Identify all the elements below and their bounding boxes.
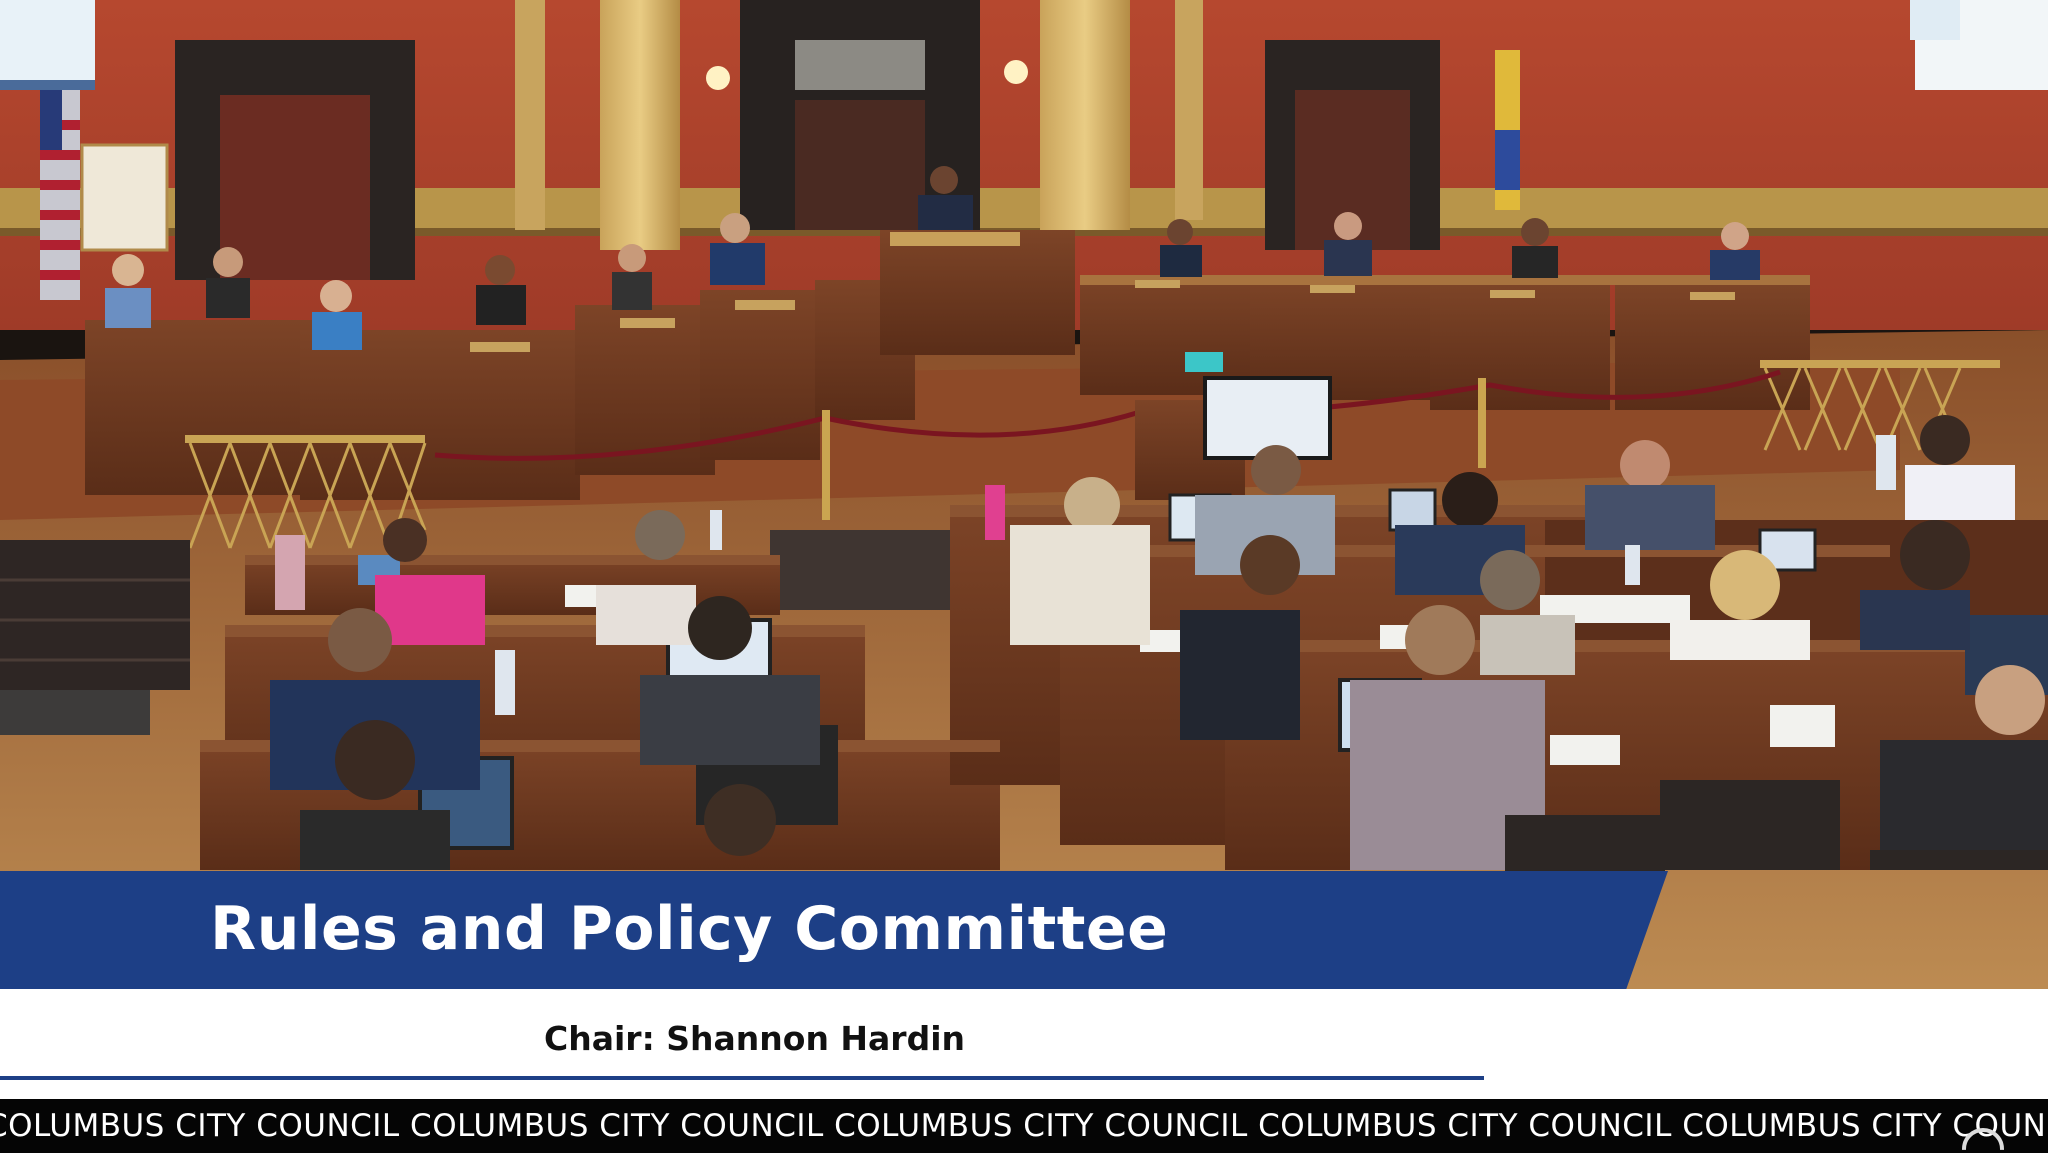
monitor-top-left: [0, 0, 95, 90]
dais-desk-center-left: [300, 330, 580, 500]
gold-pillar-left: [600, 0, 680, 250]
framed-document: [80, 143, 169, 252]
news-ticker: COLUMBUS CITY COUNCIL COLUMBUS CITY COUN…: [0, 1099, 2048, 1153]
ticker-text: COLUMBUS CITY COUNCIL COLUMBUS CITY COUN…: [0, 1108, 2048, 1144]
gold-pillar-right: [1040, 0, 1130, 230]
brass-railing-left: [185, 435, 425, 443]
video-frame: Rules and Policy Committee Chair: Shanno…: [0, 0, 2048, 1153]
wall-lamp-right: [1004, 60, 1028, 84]
podium-monitor: [1203, 376, 1332, 460]
brass-railing-right: [1760, 360, 2000, 368]
subtitle-divider: [0, 1076, 1484, 1080]
subtitle-banner: [0, 989, 2048, 1099]
wall-lamp-left: [706, 66, 730, 90]
chair-name: Chair: Shannon Hardin: [544, 1019, 966, 1058]
committee-title: Rules and Policy Committee: [210, 894, 1169, 964]
presiding-desk: [880, 230, 1075, 355]
